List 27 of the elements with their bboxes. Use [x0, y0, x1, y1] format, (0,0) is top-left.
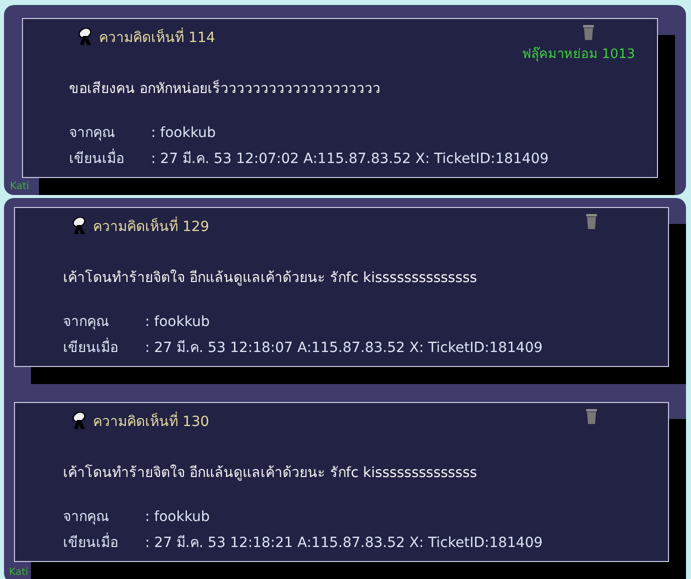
meta-label: เขียนเมื่อ — [63, 530, 145, 556]
author-name: : fookkub — [145, 508, 210, 527]
author-name: : fookkub — [145, 313, 210, 332]
comment-title: ความคิดเห็นที่ 130 — [93, 410, 210, 432]
figure-icon — [71, 217, 87, 235]
footer-tag: Kati — [9, 567, 28, 578]
figure-icon — [77, 28, 93, 46]
comment-title: ความคิดเห็นที่ 129 — [93, 215, 210, 237]
comment-title: ความคิดเห็นที่ 114 — [99, 26, 216, 48]
comment-message: เค้าโดนทำร้ายจิตใจ อีกแล้นดูแลเค้าด้วยนะ รักfc kissssssssssssss — [63, 268, 478, 288]
post-date: : 27 มี.ค. 53 12:07:02 A:115.87.83.52 X: TicketID:181409 — [151, 150, 549, 169]
meta-label: จากคุณ — [69, 124, 116, 143]
post-date: : 27 มี.ค. 53 12:18:07 A:115.87.83.52 X: TicketID:181409 — [145, 339, 543, 358]
footer-tag: Kati — [10, 181, 30, 192]
comment-message: ขอเสียงคน อกหักหน่อยเร็วววววววววววววววววววว — [69, 78, 382, 99]
post-date: : 27 มี.ค. 53 12:18:21 A:115.87.83.52 X: TicketID:181409 — [145, 534, 543, 553]
trash-icon[interactable] — [585, 407, 598, 425]
meta-label: จากคุณ — [63, 313, 110, 332]
meta-label: เขียนเมื่อ — [63, 335, 145, 361]
trash-icon[interactable] — [585, 212, 598, 230]
comment-message: เค้าโดนทำร้ายจิตใจ อีกแล้นดูแลเค้าด้วยนะ รักfc kissssssssssssss — [63, 464, 478, 483]
meta-label: เขียนเมื่อ — [69, 146, 151, 172]
author-name: : fookkub — [151, 124, 216, 143]
meta-label: จากคุณ — [63, 508, 110, 527]
user-rank-label: ฟลุ๊คมาหย่อม 1013 — [522, 46, 635, 64]
trash-icon[interactable] — [582, 23, 595, 41]
figure-icon — [71, 412, 87, 430]
